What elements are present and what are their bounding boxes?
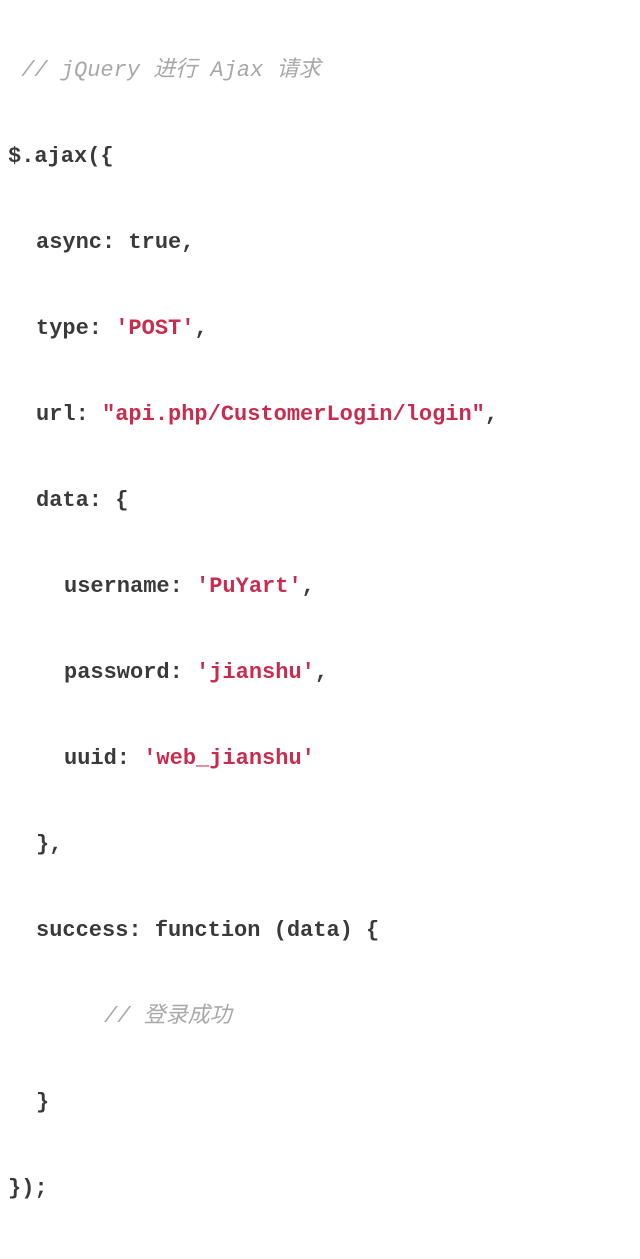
code-line: } <box>8 1081 632 1124</box>
code-key: uuid: <box>64 746 130 771</box>
code-punct: , <box>485 402 498 427</box>
code-punct: , <box>181 230 194 255</box>
code-line: uuid: 'web_jianshu' <box>8 737 632 780</box>
code-string: 'POST' <box>115 316 194 341</box>
code-string: 'PuYart' <box>196 574 302 599</box>
code-line: url: "api.php/CustomerLogin/login", <box>8 393 632 436</box>
comment-inline: // 登录成功 <box>104 1004 232 1029</box>
code-line: username: 'PuYart', <box>8 565 632 608</box>
code-line: success: function (data) { <box>8 909 632 952</box>
code-line: password: 'jianshu', <box>8 651 632 694</box>
code-block: // jQuery 进行 Ajax 请求 $.ajax({ async: tru… <box>0 0 640 1259</box>
code-key: url: <box>36 402 89 427</box>
code-string: 'web_jianshu' <box>143 746 315 771</box>
code-line: type: 'POST', <box>8 307 632 350</box>
code-key: password: <box>64 660 183 685</box>
code-line: $.ajax({ <box>8 135 632 178</box>
code-key: username: <box>64 574 183 599</box>
code-line: }); <box>8 1167 632 1210</box>
code-punct: , <box>315 660 328 685</box>
code-string: "api.php/CustomerLogin/login" <box>102 402 485 427</box>
code-punct: , <box>194 316 207 341</box>
code-line: data: { <box>8 479 632 522</box>
code-line: async: true, <box>8 221 632 264</box>
code-punct: , <box>302 574 315 599</box>
code-key: async: <box>36 230 115 255</box>
code-value: true <box>128 230 181 255</box>
code-line: }, <box>8 823 632 866</box>
code-key: type: <box>36 316 102 341</box>
code-string: 'jianshu' <box>196 660 315 685</box>
comment-header: // jQuery 进行 Ajax 请求 <box>21 58 320 83</box>
